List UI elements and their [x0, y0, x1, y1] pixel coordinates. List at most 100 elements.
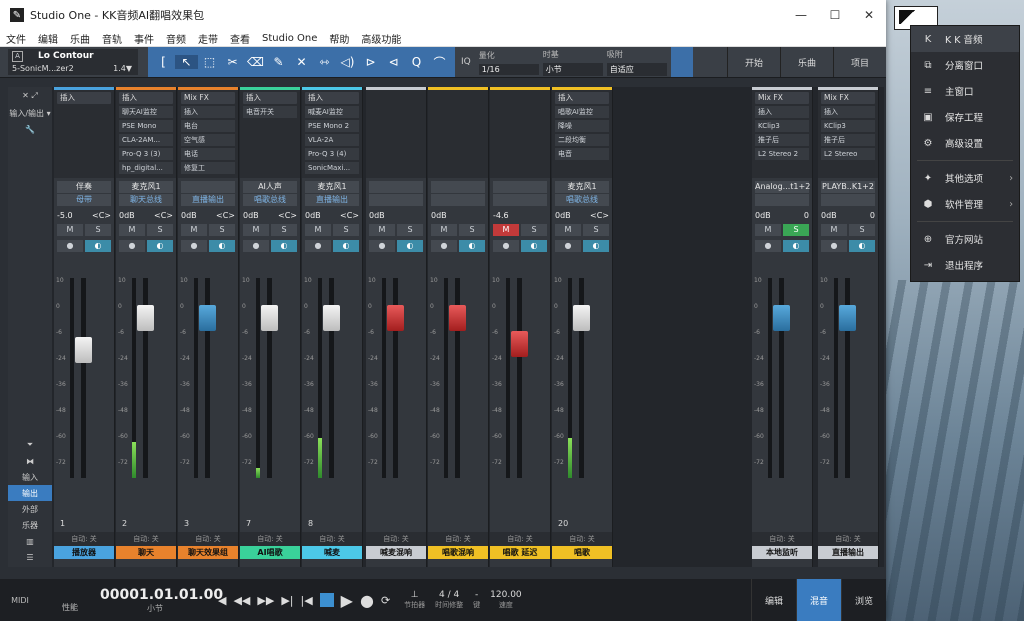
mute-button[interactable]: M [305, 224, 331, 236]
channel-name[interactable]: 唱歌 [552, 546, 612, 559]
input-select[interactable]: 麦克风1 [555, 181, 609, 193]
fader-handle[interactable] [839, 305, 856, 331]
automation-mode[interactable]: 自动: 关 [552, 532, 612, 546]
channel-name[interactable]: 播放器 [54, 546, 114, 559]
timebase-select[interactable]: 小节 [542, 62, 603, 76]
channel-name[interactable]: 喊麦混响 [366, 546, 426, 559]
snap-left-icon[interactable]: ⊳ [359, 55, 382, 69]
record-arm-icon[interactable]: ● [755, 240, 781, 252]
pan-readout[interactable]: <C> [340, 211, 359, 220]
output-select[interactable] [821, 194, 875, 206]
insert-slot[interactable]: 推子后 [821, 134, 875, 146]
preset-version[interactable]: 1.4▼ [113, 64, 132, 73]
insert-slot[interactable]: 二段均衡 [555, 134, 609, 146]
pan-readout[interactable]: 0 [804, 211, 809, 220]
fader-handle[interactable] [573, 305, 590, 331]
solo-button[interactable]: S [85, 224, 111, 236]
snap-toggle-icon[interactable] [670, 47, 693, 77]
pan-readout[interactable]: 0 [870, 211, 875, 220]
monitor-icon[interactable]: ◐ [397, 240, 423, 252]
collapse-icon[interactable]: ⧓ [8, 453, 52, 469]
automation-mode[interactable]: 自动: 关 [54, 532, 114, 546]
solo-button[interactable]: S [271, 224, 297, 236]
volume-readout[interactable]: 0dB [243, 211, 259, 220]
bracket-icon[interactable]: [ [152, 55, 175, 69]
maximize-button[interactable]: ☐ [818, 8, 852, 22]
menu-edit[interactable]: 编辑 [38, 31, 58, 46]
close-button[interactable]: ✕ [852, 8, 886, 22]
popup-item-main-window[interactable]: ≡ 主窗口 [911, 78, 1019, 104]
insert-slot[interactable]: L2 Stereo 2 [755, 148, 809, 160]
performance-meter[interactable]: 性能 [40, 588, 100, 613]
scissor-tool-icon[interactable]: ⌒ [428, 54, 451, 71]
fader-handle[interactable] [199, 305, 216, 331]
output-select[interactable]: 母带 [57, 194, 111, 206]
view-edit[interactable]: 编辑 [751, 579, 796, 621]
bend-tool-icon[interactable]: ⇿ [313, 55, 336, 69]
record-arm-icon[interactable]: ● [181, 240, 207, 252]
insert-slot[interactable]: 插入 [181, 106, 235, 118]
mute-button[interactable]: M [243, 224, 269, 236]
monitor-icon[interactable]: ◐ [209, 240, 235, 252]
mute-button[interactable]: M [493, 224, 519, 236]
input-select[interactable]: 伴奏 [57, 181, 111, 193]
volume-readout[interactable]: 0dB [181, 211, 197, 220]
left-item-input[interactable]: 输入 [8, 469, 52, 485]
output-select[interactable]: 聊天总线 [119, 194, 173, 206]
arrow-tool-icon[interactable]: ↖ [175, 55, 198, 69]
tempo[interactable]: 120.00 速度 [490, 590, 522, 610]
output-select[interactable]: 直播输出 [305, 194, 359, 206]
fader-handle[interactable] [773, 305, 790, 331]
list-icon[interactable]: ☰ [8, 549, 52, 565]
insert-slot[interactable]: 电话 [181, 148, 235, 160]
insert-header[interactable]: Mix FX [821, 92, 875, 104]
solo-button[interactable]: S [583, 224, 609, 236]
menu-help[interactable]: 帮助 [329, 31, 349, 46]
input-select[interactable] [369, 181, 423, 193]
solo-button[interactable]: S [521, 224, 547, 236]
insert-slot[interactable]: 插入 [821, 106, 875, 118]
channel-name[interactable]: 唱歌混响 [428, 546, 488, 559]
volume-readout[interactable]: 0dB [431, 211, 447, 220]
menu-audio[interactable]: 音频 [166, 31, 186, 46]
menu-transport[interactable]: 走带 [198, 31, 218, 46]
mute-button[interactable]: M [57, 224, 83, 236]
prev-marker-icon[interactable]: ◀ [218, 594, 226, 607]
snap-select[interactable]: 自适应 [606, 62, 667, 76]
eraser-tool-icon[interactable]: ⌫ [244, 55, 267, 69]
solo-button[interactable]: S [333, 224, 359, 236]
metronome[interactable]: ⊥ 节拍器 [404, 590, 425, 610]
project-button[interactable]: 项目 [833, 47, 886, 77]
input-select[interactable]: AI人声 [243, 181, 297, 193]
insert-header[interactable]: 插入 [57, 92, 111, 104]
menu-file[interactable]: 文件 [6, 31, 26, 46]
fader-handle[interactable] [323, 305, 340, 331]
record-arm-icon[interactable]: ● [369, 240, 395, 252]
output-select[interactable]: 直播输出 [181, 194, 235, 206]
insert-slot[interactable]: 电音开关 [243, 106, 297, 118]
mute-button[interactable]: M [369, 224, 395, 236]
automation-mode[interactable]: 自动: 关 [178, 532, 238, 546]
solo-button[interactable]: S [209, 224, 235, 236]
time-display[interactable]: 00001.01.01.00 小节 [100, 587, 223, 614]
insert-header[interactable]: Mix FX [755, 92, 809, 104]
solo-button[interactable]: S [459, 224, 485, 236]
input-select[interactable]: 麦克风1 [119, 181, 173, 193]
fader-handle[interactable] [261, 305, 278, 331]
output-select[interactable]: 唱歌总线 [243, 194, 297, 206]
insert-slot[interactable]: 插入 [755, 106, 809, 118]
left-item-output[interactable]: 输出 [8, 485, 52, 501]
insert-slot[interactable]: hp_digital... [119, 162, 173, 174]
volume-readout[interactable]: 0dB [369, 211, 385, 220]
automation-mode[interactable]: 自动: 关 [428, 532, 488, 546]
insert-slot[interactable]: 聊天AI监控 [119, 106, 173, 118]
iq-label[interactable]: IQ [461, 57, 471, 67]
monitor-icon[interactable]: ◐ [849, 240, 875, 252]
view-browse[interactable]: 浏览 [841, 579, 886, 621]
input-select[interactable]: Analog...t1+2 [755, 181, 810, 193]
output-select[interactable] [493, 194, 547, 206]
fader-handle[interactable] [511, 331, 528, 357]
pan-readout[interactable]: <C> [278, 211, 297, 220]
mute-button[interactable]: M [431, 224, 457, 236]
input-select[interactable] [431, 181, 485, 193]
